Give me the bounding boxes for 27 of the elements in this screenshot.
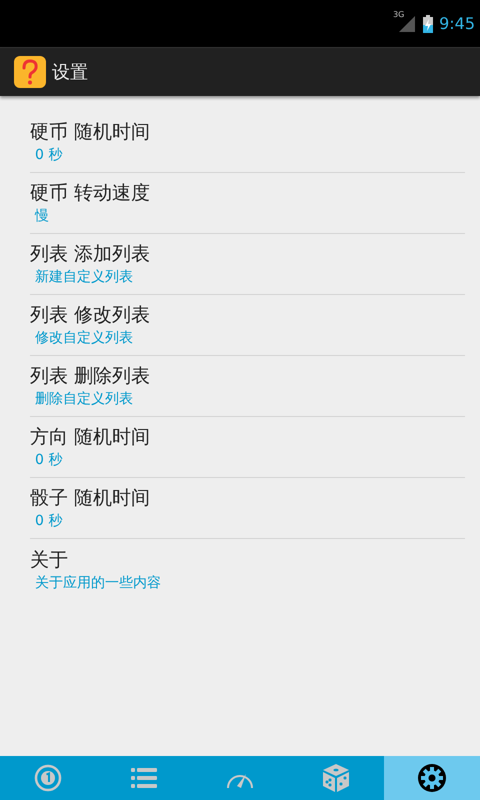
setting-title[interactable]: 关于	[30, 546, 465, 572]
screen-title: 设置	[52, 61, 88, 84]
setting-title[interactable]: 方向 随机时间	[30, 424, 465, 450]
list-icon	[131, 767, 157, 789]
dice-icon	[322, 763, 350, 793]
setting-summary: 0 秒	[34, 146, 64, 165]
setting-title[interactable]: 硬币 随机时间	[30, 119, 465, 145]
setting-summary: 0 秒	[34, 512, 64, 531]
setting-summary: 修改自定义列表	[34, 329, 134, 348]
setting-title[interactable]: 列表 添加列表	[30, 241, 465, 267]
app-icon[interactable]	[14, 56, 46, 88]
clock: 9:45	[439, 14, 475, 33]
setting-summary: 新建自定义列表	[34, 268, 134, 287]
setting-title[interactable]: 列表 删除列表	[30, 363, 465, 389]
setting-summary: 删除自定义列表	[34, 390, 134, 409]
battery-charging-icon	[423, 14, 434, 32]
coin-icon	[34, 764, 62, 792]
network-label: 3G	[393, 10, 404, 18]
setting-title[interactable]: 硬币 转动速度	[30, 180, 465, 206]
setting-summary: 慢	[34, 207, 50, 226]
settings-icon	[417, 763, 447, 793]
setting-title[interactable]: 列表 修改列表	[30, 302, 465, 328]
setting-summary: 0 秒	[34, 451, 64, 470]
signal-icon	[399, 16, 416, 32]
tab[interactable]	[384, 756, 480, 800]
setting-summary: 关于应用的一些内容	[34, 574, 162, 592]
setting-title[interactable]: 骰子 随机时间	[30, 485, 465, 511]
